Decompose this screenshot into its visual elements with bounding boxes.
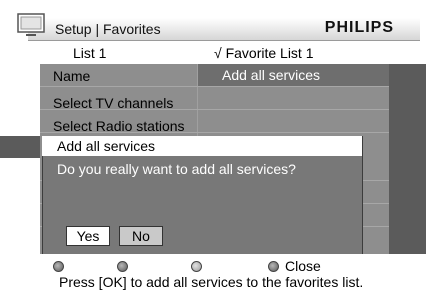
yellow-key-icon[interactable] [191,261,202,272]
red-key-icon[interactable] [53,261,64,272]
check-icon: √ [214,45,222,61]
yes-button[interactable]: Yes [66,226,110,246]
menu-item-name[interactable]: Name [53,68,90,84]
page-title: Setup | Favorites [55,21,161,37]
scroll-strip [389,64,426,254]
dialog-message: Do you really want to add all services? [57,161,296,177]
favorite-list-name: Favorite List 1 [225,45,314,61]
row-selection-marker [0,136,40,158]
menu-item-tv-channels[interactable]: Select TV channels [53,95,173,111]
dialog-title: Add all services [57,138,156,154]
blue-key-icon[interactable] [268,261,279,272]
menu-item-radio-stations[interactable]: Select Radio stations [53,118,185,134]
tv-icon [17,13,45,36]
submenu-add-all[interactable]: Add all services [222,67,320,83]
close-label[interactable]: Close [285,258,321,274]
left-list-label: List 1 [73,45,107,61]
help-hint: Press [OK] to add all services to the fa… [59,274,364,290]
brand-logo: PHILIPS [324,19,394,36]
no-button[interactable]: No [119,226,163,246]
green-key-icon[interactable] [117,261,128,272]
right-list-label: √ Favorite List 1 [214,45,314,61]
